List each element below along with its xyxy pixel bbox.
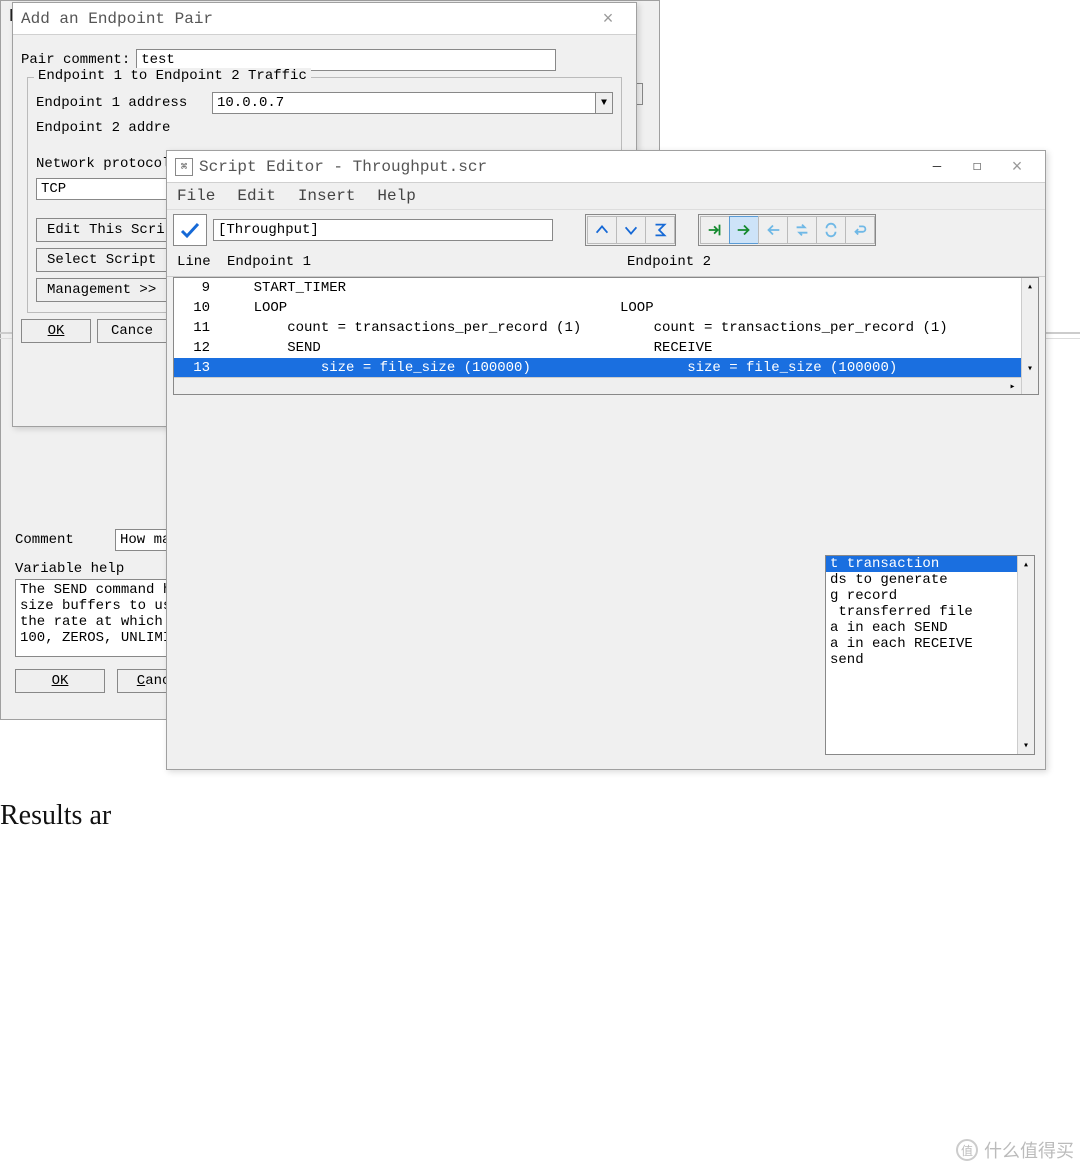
column-line-header: Line [177, 254, 227, 270]
endpoint1-address-value: 10.0.0.7 [217, 95, 284, 111]
move-down-button[interactable] [616, 216, 646, 244]
loop-button[interactable] [816, 216, 846, 244]
menu-insert[interactable]: Insert [298, 187, 356, 205]
list-item[interactable]: transferred file [826, 604, 1034, 620]
script-line[interactable]: 9 START_TIMER [174, 278, 1038, 298]
watermark-badge-icon: 值 [956, 1139, 978, 1161]
cancel-button[interactable]: Cance [97, 319, 167, 343]
network-protocol-combo[interactable]: TCP [36, 178, 186, 200]
ok-button[interactable]: OK [15, 669, 105, 693]
select-script-button[interactable]: Select Script [36, 248, 186, 272]
variable-description-list[interactable]: t transactionds to generateg record tran… [825, 555, 1035, 755]
script-lines-list[interactable]: 9 START_TIMER10 LOOPLOOP11 count = trans… [173, 277, 1039, 395]
list-item[interactable]: g record [826, 588, 1034, 604]
close-icon[interactable]: × [588, 8, 628, 29]
minimize-icon[interactable]: — [917, 159, 957, 175]
chevron-down-icon [622, 221, 640, 239]
script-line[interactable]: 12 SEND RECEIVE [174, 338, 1038, 358]
chevron-down-icon[interactable]: ▼ [595, 93, 612, 113]
swap-button[interactable] [787, 216, 817, 244]
arrow-right-icon [735, 221, 753, 239]
sigma-icon [651, 221, 669, 239]
sigma-button[interactable] [645, 216, 675, 244]
column-endpoint2-header: Endpoint 2 [627, 254, 1035, 270]
ok-button[interactable]: OK [21, 319, 91, 343]
horizontal-scrollbar[interactable]: ▸ [174, 377, 1021, 394]
edit-script-button[interactable]: Edit This Scri [36, 218, 186, 242]
arrows-loop-icon [822, 221, 840, 239]
check-icon [178, 218, 202, 242]
step-forward-button[interactable] [729, 216, 759, 244]
list-item[interactable]: send [826, 652, 1034, 668]
window-title: Script Editor - Throughput.scr [199, 158, 487, 176]
script-editor-window: ⌘ Script Editor - Throughput.scr — ☐ × F… [166, 150, 1046, 770]
list-item[interactable]: t transaction [826, 556, 1034, 572]
arrows-swap-icon [793, 221, 811, 239]
comment-label: Comment [15, 532, 115, 548]
apply-check-button[interactable] [173, 214, 207, 246]
vertical-scrollbar[interactable]: ▴▾ [1017, 556, 1034, 754]
endpoint1-address-combo[interactable]: 10.0.0.7 ▼ [212, 92, 613, 114]
script-line[interactable]: 10 LOOPLOOP [174, 298, 1038, 318]
arrow-left-icon [764, 221, 782, 239]
menu-help[interactable]: Help [377, 187, 415, 205]
pair-comment-label: Pair comment: [21, 52, 130, 68]
maximize-icon[interactable]: ☐ [957, 158, 997, 175]
nav-button-group [585, 214, 676, 246]
vertical-scrollbar[interactable]: ▴▾ [1021, 278, 1038, 394]
arrow-button-group [698, 214, 876, 246]
close-icon[interactable]: × [997, 156, 1037, 177]
chevron-up-icon [593, 221, 611, 239]
return-button[interactable] [845, 216, 875, 244]
list-item[interactable]: ds to generate [826, 572, 1034, 588]
list-item[interactable]: a in each SEND [826, 620, 1034, 636]
script-line[interactable]: 13 size = file_size (100000) size = file… [174, 358, 1038, 378]
menu-edit[interactable]: Edit [237, 187, 275, 205]
network-protocol-value: TCP [41, 181, 66, 197]
watermark: 值 什么值得买 [956, 1137, 1074, 1163]
app-icon: ⌘ [175, 158, 193, 176]
script-line[interactable]: 11 count = transactions_per_record (1) c… [174, 318, 1038, 338]
column-endpoint1-header: Endpoint 1 [227, 254, 627, 270]
move-up-button[interactable] [587, 216, 617, 244]
list-item[interactable]: a in each RECEIVE [826, 636, 1034, 652]
management-button[interactable]: Management >> [36, 278, 186, 302]
step-into-button[interactable] [700, 216, 730, 244]
arrow-return-icon [851, 221, 869, 239]
traffic-group-label: Endpoint 1 to Endpoint 2 Traffic [34, 68, 311, 84]
menu-file[interactable]: File [177, 187, 215, 205]
step-back-button[interactable] [758, 216, 788, 244]
arrow-right-bar-icon [706, 221, 724, 239]
endpoint1-address-label: Endpoint 1 address [36, 95, 206, 111]
dialog-title: Add an Endpoint Pair [21, 10, 213, 28]
script-name-input[interactable] [213, 219, 553, 241]
endpoint2-address-label: Endpoint 2 addre [36, 120, 206, 136]
background-results-text: Results ar [0, 800, 111, 832]
